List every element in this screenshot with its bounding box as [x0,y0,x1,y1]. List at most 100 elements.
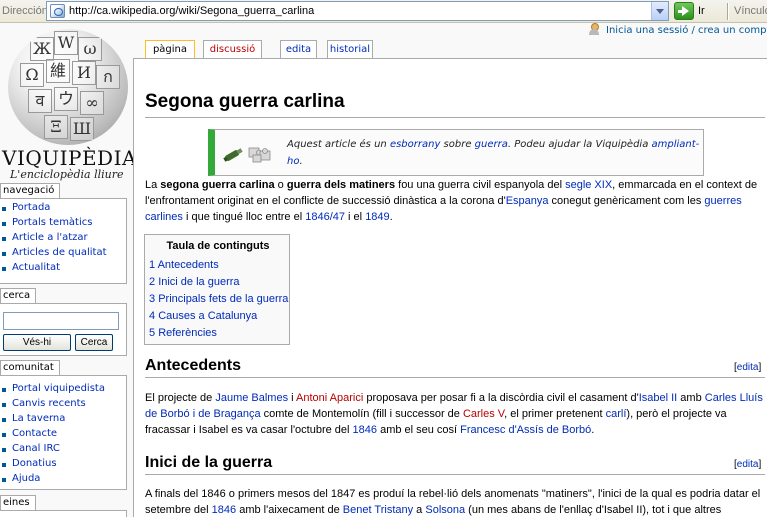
toc-number: 1 [149,259,156,271]
address-input[interactable]: http://ca.wikipedia.org/wiki/Segona_guer… [46,1,669,21]
toolbar-separator [727,3,729,20]
link-1846[interactable]: 1846 [353,424,377,436]
link-1846[interactable]: 1846 [212,504,236,516]
address-dropdown-arrow-icon[interactable] [651,2,668,20]
sidebar-item-quality[interactable]: Articles de qualitat [2,247,126,262]
section-divider [145,474,765,475]
page-icon [50,4,65,18]
toc-label: Inici de la guerra [158,276,240,288]
navigation-portlet: Portada Portals temàtics Article a l'atz… [0,198,127,284]
link-guerra[interactable]: guerra [475,139,508,150]
sidebar-item-contact[interactable]: Contacte [2,428,126,443]
link-1846[interactable]: 1846 [305,211,329,223]
go-search-button[interactable]: Vés-hi [3,334,71,351]
sidebar-item-portals[interactable]: Portals temàtics [2,217,126,232]
toc-number: 5 [149,327,156,339]
sidebar-item-irc[interactable]: Canal IRC [2,443,126,458]
toc-label: Causes a Catalunya [158,310,258,322]
toc-label: Antecedents [157,259,219,271]
text: i [288,392,297,404]
sidebar-item-portada[interactable]: Portada [2,202,126,217]
toc-item-antecedents[interactable]: 1 Antecedents [149,259,219,271]
sidebar-item-help[interactable]: Ajuda [2,473,126,488]
search-button[interactable]: Cerca [75,334,113,351]
links-label[interactable]: Vínculos [734,5,767,17]
stub-text-part: sobre [440,139,475,150]
stub-text-part: . Podeu ajudar la Viquipèdia [507,139,652,150]
text: comte de Montemolín (fill i successor de [260,408,463,420]
text: amb [677,392,705,404]
navigation-title: navegació [0,183,61,198]
toc-item-inici[interactable]: 2 Inici de la guerra [149,276,240,288]
search-portlet: Vés-hi Cerca [0,303,127,356]
toc-number: 3 [149,293,156,305]
toc-item-referencies[interactable]: 5 Referències [149,327,217,339]
tab-history[interactable]: historial [327,40,373,58]
sidebar-item-taverna[interactable]: La taverna [2,413,126,428]
address-url[interactable]: http://ca.wikipedia.org/wiki/Segona_guer… [69,5,314,17]
link-segle-xix[interactable]: segle XIX [565,179,612,191]
toc-number: 2 [149,276,156,288]
edit-label[interactable]: edita [737,362,759,373]
search-input[interactable] [3,312,119,330]
link-1849[interactable]: 1849 [365,211,389,223]
community-portlet: Portal viquipedista Canvis recents La ta… [0,375,127,490]
text: amb el seu cosí [377,424,461,436]
sidebar-item-community-portal[interactable]: Portal viquipedista [2,383,126,398]
text: proposava per posar fi a la discòrdia ci… [363,392,639,404]
puzzle-globe-icon: Ж W ω Ω 維 И ก व ウ ∞ Ξ Ш [8,29,128,145]
stub-puzzle-icon [223,147,271,163]
tab-discussion[interactable]: discussió [203,40,262,58]
section-divider [145,377,765,378]
stub-text-part: Aquest article és un [287,139,390,150]
go-arrow-icon[interactable] [674,2,694,20]
text: . [389,211,393,223]
tab-page[interactable]: pàgina [145,40,195,59]
text: La [145,179,161,191]
text: a [413,504,426,516]
text: i el [345,211,366,223]
inici-paragraph: A finals del 1846 o primers mesos del 18… [145,486,767,517]
link-antoni-aparici[interactable]: Antoni Aparici [296,392,363,404]
site-logo[interactable]: Ж W ω Ω 維 И ก व ウ ∞ Ξ Ш VIQUIPÈDIA L'enc… [0,23,145,183]
login-link[interactable]: Inicia una sessió / crea un compte [606,25,767,36]
personal-bar: Inicia una sessió / crea un compte [588,23,767,36]
text: , el primer pretenent [504,408,606,420]
user-icon [588,23,600,35]
text: (un mes abans de l'enllaç d'Isabel II), … [465,504,722,516]
link-47[interactable]: /47 [330,211,345,223]
link-carles-v[interactable]: Carles V [463,408,504,420]
link-solsona[interactable]: Solsona [425,504,465,516]
tab-edit[interactable]: edita [280,40,317,58]
antecedents-paragraph: El projecte de Jaume Balmes i Antoni Apa… [145,390,767,438]
toc-title: Taula de continguts [166,240,270,252]
intro-paragraph: La segona guerra carlina o guerra dels m… [145,177,767,225]
sidebar-item-recent-changes[interactable]: Canvis recents [2,398,126,413]
logo-title: VIQUIPÈDIA [2,146,137,170]
link-jaume-balmes[interactable]: Jaume Balmes [215,392,288,404]
sidebar-item-current[interactable]: Actualitat [2,262,126,277]
link-francesc-dassis[interactable]: Francesc d'Assís de Borbó [460,424,591,436]
link-isabel-ii[interactable]: Isabel II [639,392,678,404]
bold-term: segona guerra carlina [160,179,275,191]
stub-text-part: . [299,156,303,167]
section-edit-link[interactable]: [edita] [734,362,761,373]
title-divider [145,117,765,118]
text: . [591,424,595,436]
text: conegut genèricament com les [548,195,705,207]
link-espanya[interactable]: Espanya [506,195,549,207]
link-benet-tristany[interactable]: Benet Tristany [343,504,413,516]
edit-label[interactable]: edita [737,459,759,470]
stub-notice: Aquest article és un esborrany sobre gue… [208,129,704,176]
text: i que tingué lloc entre el [182,211,306,223]
section-edit-link[interactable]: [edita] [734,459,761,470]
link-esborrany[interactable]: esborrany [390,139,440,150]
toc-item-causes[interactable]: 4 Causes a Catalunya [149,310,257,322]
toc-item-principals[interactable]: 3 Principals fets de la guerra [149,293,288,305]
toc-label: Principals fets de la guerra [158,293,289,305]
link-carli[interactable]: carlí [606,408,627,420]
sidebar-item-donate[interactable]: Donatius [2,458,126,473]
sidebar-item-random[interactable]: Article a l'atzar [2,232,126,247]
go-button[interactable]: Ir [698,5,705,17]
bold-term: guerra dels matiners [286,179,396,191]
